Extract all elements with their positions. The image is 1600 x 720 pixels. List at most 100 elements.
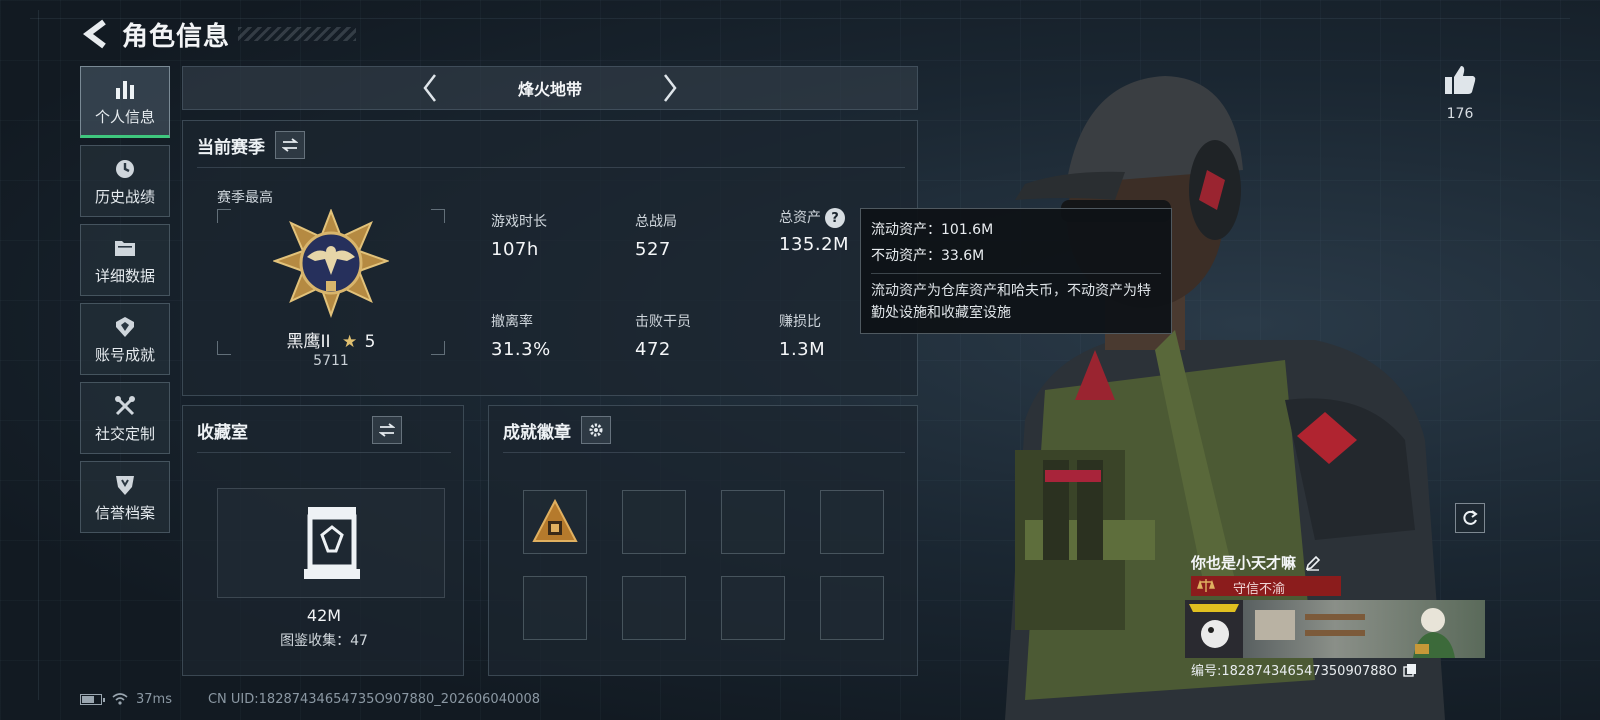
wifi-icon [112,693,128,705]
achievement-panel-title: 成就徽章 [503,422,571,443]
sidebar-item-detailed-data[interactable]: 详细数据 [80,224,170,296]
season-switch-button[interactable] [275,131,305,159]
badge-slot[interactable] [622,490,686,554]
frame-corner [217,209,231,223]
battery-icon [80,693,105,705]
stat-total-assets: 总资产? 135.2M [779,207,849,255]
player-name-row: 你也是小天才嘛 [1191,552,1322,573]
badge-slot[interactable] [721,576,785,640]
sidebar-item-label: 详细数据 [94,266,155,285]
divider [197,167,905,168]
badge-slot[interactable] [820,490,884,554]
stat-playtime: 游戏时长 107h [491,211,547,260]
stat-value: 107h [491,239,539,260]
thumbs-up-icon [1445,66,1476,94]
badge-slot[interactable] [523,490,587,554]
stat-label: 击败干员 [635,314,691,330]
namecard-banner[interactable] [1185,600,1485,658]
pyramid-badge-icon [532,498,578,542]
stat-label-row: 总资产? [779,207,849,228]
status-footer: 37ms CN UID:18287434654735O907880_202606… [80,689,540,709]
title-decoration [238,27,357,41]
divider [871,273,1161,274]
stat-total-matches: 总战局 527 [635,211,677,260]
divider [197,452,451,453]
sidebar-item-label: 历史战绩 [94,187,155,206]
badge-slot[interactable] [622,576,686,640]
sidebar-item-history[interactable]: 历史战绩 [80,145,170,217]
assets-tooltip: 流动资产：101.6M 不动资产：33.6M 流动资产为仓库资产和哈夫币，不动资… [860,208,1172,334]
stat-label: 总资产 [779,210,821,226]
tools-icon [112,393,138,419]
stat-label: 撤离率 [491,314,533,330]
badge-slot[interactable] [721,490,785,554]
help-icon[interactable]: ? [825,208,845,228]
collection-switch-button[interactable] [372,416,402,444]
stat-value: 472 [635,339,671,360]
achievement-icon [112,314,138,340]
mode-selector: 烽火地带 [182,66,918,110]
sidebar-item-label: 个人信息 [94,107,155,126]
swap-icon [282,138,298,152]
back-arrow-icon [83,19,106,49]
collection-value: 42M [306,606,342,625]
rank-name-row: 黑鹰II ★ 5 [217,327,445,352]
rank-score: 5711 [313,353,349,369]
edit-name-button[interactable] [1304,554,1322,572]
badge-slot[interactable] [523,576,587,640]
season-best-label: 赛季最高 [217,190,273,206]
mode-label: 烽火地带 [517,80,582,99]
rank-frame: 黑鹰II ★ 5 5711 [217,209,445,369]
collection-panel: 收藏室 42M 图鉴收集：47 [182,405,464,676]
rank-emblem-icon [273,209,389,318]
season-panel: 当前赛季 赛季最高 黑鹰II ★ 5 5711 游戏时长 107h 总战局 52… [182,120,918,396]
season-panel-header: 当前赛季 [197,131,305,159]
badge-slot[interactable] [820,576,884,640]
sidebar-item-personal-info[interactable]: 个人信息 [80,66,170,138]
frame-line [38,10,39,700]
header: 角色信息 [80,14,357,54]
stat-extract-rate: 撤离率 31.3% [491,311,551,360]
stat-label: 总战局 [635,214,677,230]
tooltip-liquid-assets: 流动资产：101.6M [871,222,994,238]
player-id: 编号:18287434654735090788O [1191,664,1398,679]
player-id-row: 编号:18287434654735090788O [1191,660,1417,679]
player-title-bar: 守信不渝 [1191,576,1341,597]
chevron-left-icon [423,74,436,102]
mode-prev-button[interactable] [415,68,445,108]
sidebar-item-label: 信誉档案 [94,503,155,522]
back-button[interactable] [80,16,110,52]
scale-icon [1197,579,1215,592]
stat-profit-ratio: 赚损比 1.3M [779,311,825,360]
season-panel-title: 当前赛季 [197,137,265,158]
stat-label: 游戏时长 [491,214,547,230]
stat-value: 1.3M [779,339,826,360]
sidebar-item-achievements[interactable]: 账号成就 [80,303,170,375]
collection-preview[interactable] [217,488,445,598]
achievement-settings-button[interactable] [581,416,611,444]
mode-next-button[interactable] [655,68,685,108]
collection-panel-title: 收藏室 [197,422,248,443]
display-case-icon [304,507,360,579]
refresh-icon [1463,510,1478,525]
rotate-view-button[interactable] [1455,503,1485,533]
banner-artwork-icon [1185,600,1485,658]
uid-text: CN UID:18287434654735O907880_20260604000… [207,691,541,707]
achievement-panel-header: 成就徽章 [503,416,611,444]
ping-value: 37ms [136,691,172,707]
pencil-icon [1305,555,1321,571]
star-icon: ★ [341,332,358,352]
sidebar-item-social[interactable]: 社交定制 [80,382,170,454]
stat-value: 31.3% [491,339,551,360]
page-title: 角色信息 [122,21,231,52]
shield-icon [112,472,138,498]
like-button[interactable]: 176 [1438,64,1482,122]
sidebar-item-label: 账号成就 [94,345,155,364]
copy-icon[interactable] [1403,663,1417,677]
sidebar-item-credit[interactable]: 信誉档案 [80,461,170,533]
tooltip-description: 流动资产为仓库资产和哈夫币，不动资产为特勤处设施和收藏室设施 [871,283,1151,321]
achievement-panel: 成就徽章 [488,405,918,676]
rank-name: 黑鹰II [286,332,331,352]
sidebar: 个人信息 历史战绩 详细数据 账号成就 社交定制 信誉档案 [80,66,170,540]
chevron-right-icon [664,74,677,102]
